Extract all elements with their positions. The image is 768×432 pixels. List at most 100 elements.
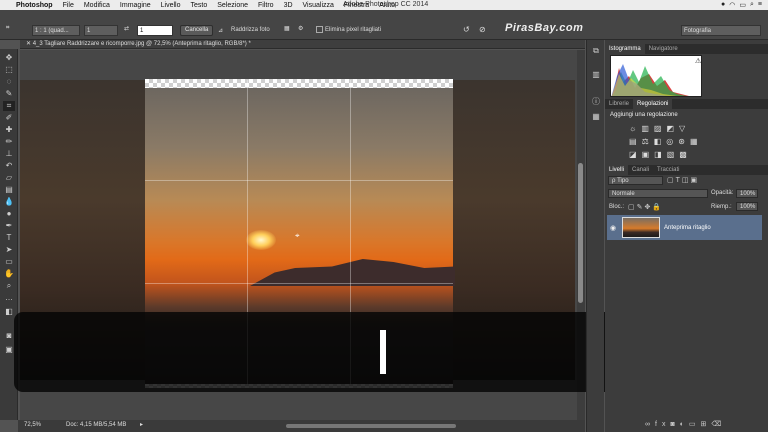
tab-navigatore[interactable]: Navigatore	[645, 44, 682, 54]
menu-modifica[interactable]: Modifica	[79, 2, 115, 9]
gradient-tool-icon[interactable]: ▤	[3, 185, 15, 195]
group-icon[interactable]: ▭	[689, 421, 701, 428]
zoom-level[interactable]: 72,5%	[24, 422, 41, 428]
document-tab[interactable]: ✕ 4_3 Tagliare Raddrizzare e ricomporre.…	[20, 40, 585, 49]
history-brush-icon[interactable]: ↶	[3, 161, 15, 171]
eraser-icon[interactable]: ▱	[3, 173, 15, 183]
menu-selezione[interactable]: Selezione	[212, 2, 253, 9]
warning-icon[interactable]: ⚠	[695, 57, 701, 65]
photo-filter-icon[interactable]: ◎	[666, 137, 673, 146]
tab-regolazioni[interactable]: Regolazioni	[633, 99, 673, 109]
gradient-map-icon[interactable]: ▧	[667, 150, 675, 159]
more-tools-icon[interactable]: …	[3, 293, 15, 303]
blur-tool-icon[interactable]: 💧	[3, 197, 15, 207]
hue-saturation-icon[interactable]: ▤	[629, 137, 637, 146]
channel-mixer-icon[interactable]: ⊛	[678, 137, 685, 146]
blend-mode-select[interactable]: Normale	[608, 189, 708, 198]
tab-livelli[interactable]: Livelli	[605, 165, 629, 175]
menu-filtro[interactable]: Filtro	[253, 2, 279, 9]
delete-layer-icon[interactable]: ⌫	[711, 421, 726, 428]
invert-icon[interactable]: ◪	[629, 150, 637, 159]
cancel-button[interactable]: Cancella	[180, 25, 214, 36]
opacity-field[interactable]: 100%	[736, 189, 758, 198]
quick-select-icon[interactable]: ✎	[3, 89, 15, 99]
color-swatches-icon[interactable]: ◧	[3, 307, 15, 317]
fill-field[interactable]: 100%	[736, 202, 758, 211]
brightness-icon[interactable]: ☼	[629, 124, 636, 133]
menu-immagine[interactable]: Immagine	[115, 2, 156, 9]
link-layers-icon[interactable]: ∞	[645, 421, 655, 428]
swatches-panel-icon[interactable]: ▦	[590, 112, 602, 124]
color-balance-icon[interactable]: ⚖	[642, 137, 649, 146]
fx-icon[interactable]: fx	[655, 421, 670, 428]
delete-pixels-label[interactable]: Elimina pixel ritagliati	[325, 27, 381, 33]
selective-color-icon[interactable]: ▩	[679, 150, 687, 159]
threshold-icon[interactable]: ◨	[654, 150, 662, 159]
brush-tool-icon[interactable]: ✏	[3, 137, 15, 147]
ratio-width-field[interactable]: 1	[84, 25, 118, 36]
healing-brush-icon[interactable]: ✚	[3, 125, 15, 135]
marquee-tool-icon[interactable]: ⬚	[3, 65, 15, 75]
vibrance-icon[interactable]: ▽	[679, 124, 685, 133]
delete-pixels-checkbox[interactable]	[316, 26, 323, 33]
layer-name[interactable]: Anteprima ritaglio	[664, 225, 711, 231]
gear-icon[interactable]: ⚙	[298, 25, 303, 32]
layer-filter-select[interactable]: ρ Tipo	[608, 176, 663, 185]
menu-photoshop[interactable]: Photoshop	[11, 2, 58, 9]
pen-tool-icon[interactable]: ✒	[3, 221, 15, 231]
workspace-select[interactable]: Fotografia	[681, 25, 761, 36]
tab-tracciati[interactable]: Tracciati	[653, 165, 683, 175]
menu-testo[interactable]: Testo	[186, 2, 213, 9]
crop-tool-icon[interactable]: ⌗	[3, 101, 15, 111]
type-tool-icon[interactable]: T	[3, 233, 15, 243]
levels-icon[interactable]: ▥	[641, 124, 649, 133]
hand-tool-icon[interactable]: ✋	[3, 269, 15, 279]
straighten-label[interactable]: Raddrizza foto	[231, 27, 270, 33]
history-panel-icon[interactable]: ⧉	[590, 46, 602, 58]
menu-visualizza[interactable]: Visualizza	[298, 2, 339, 9]
posterize-icon[interactable]: ▣	[642, 150, 650, 159]
battery-icon[interactable]: ▭	[739, 1, 746, 9]
layer-filter-icons[interactable]: ▢T◫▣	[667, 176, 699, 184]
swap-icon[interactable]: ⇄	[124, 25, 129, 32]
tab-librerie[interactable]: Librerie	[605, 99, 633, 109]
menu-file[interactable]: File	[58, 2, 79, 9]
scrollbar-thumb[interactable]	[578, 163, 583, 303]
wifi-icon[interactable]: ◠	[729, 1, 735, 9]
color-lookup-icon[interactable]: ▦	[690, 137, 698, 146]
ratio-select[interactable]: 1 : 1 (quad...	[32, 25, 80, 36]
reset-icon[interactable]: ↺	[463, 25, 470, 34]
eyedropper-icon[interactable]: ✐	[3, 113, 15, 123]
adjustment-layer-icon[interactable]: ◐	[680, 421, 689, 428]
close-icon[interactable]: ✕	[26, 41, 33, 47]
ratio-height-field[interactable]: 1	[137, 25, 173, 36]
cancel-crop-icon[interactable]: ⊘	[479, 25, 486, 34]
black-white-icon[interactable]: ◧	[654, 137, 662, 146]
rotation-center-icon[interactable]: ⌖	[295, 231, 300, 241]
mask-icon[interactable]: ◙	[670, 421, 679, 428]
status-arrow-icon[interactable]: ▸	[140, 421, 143, 428]
straighten-icon[interactable]: ⊿	[218, 27, 223, 34]
list-icon[interactable]: ≡	[758, 1, 762, 9]
exposure-icon[interactable]: ◩	[666, 124, 674, 133]
lasso-tool-icon[interactable]: ◌	[3, 77, 15, 87]
menu-3d[interactable]: 3D	[279, 2, 298, 9]
visibility-eye-icon[interactable]: ◉	[610, 224, 616, 232]
horizontal-scrollbar[interactable]	[286, 424, 456, 428]
search-icon[interactable]: ⌕	[750, 1, 754, 9]
crop-tool-icon[interactable]: ⌗	[6, 25, 9, 32]
path-select-icon[interactable]: ➤	[3, 245, 15, 255]
grid-overlay-icon[interactable]: ▦	[284, 25, 290, 32]
clone-stamp-icon[interactable]: ⊥	[3, 149, 15, 159]
curves-icon[interactable]: ▨	[654, 124, 662, 133]
tab-canali[interactable]: Canali	[628, 165, 653, 175]
zoom-tool-icon[interactable]: ⌕	[3, 281, 15, 291]
info-panel-icon[interactable]: ⓘ	[590, 96, 602, 108]
properties-panel-icon[interactable]: ▥	[590, 70, 602, 82]
dodge-tool-icon[interactable]: ●	[3, 209, 15, 219]
sync-icon[interactable]: ●	[721, 1, 725, 9]
move-tool-icon[interactable]: ✥	[3, 53, 15, 63]
lock-icons[interactable]: ▢✎✥🔒	[628, 203, 663, 211]
tab-istogramma[interactable]: Istogramma	[605, 44, 645, 54]
new-layer-icon[interactable]: ⊞	[701, 421, 712, 428]
